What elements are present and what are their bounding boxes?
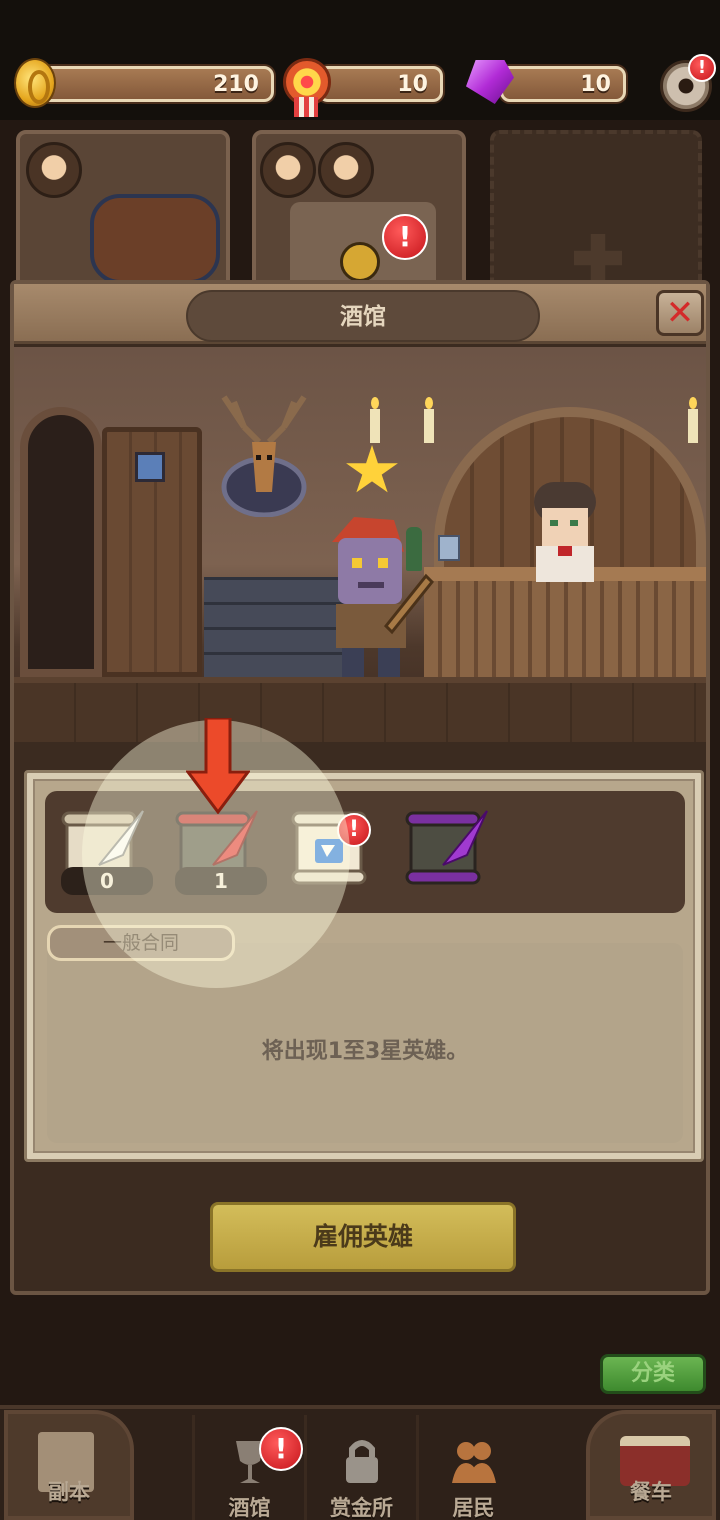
barrel-icon bbox=[90, 194, 220, 284]
contract-type-tab[interactable]: 一般合同 bbox=[47, 925, 235, 961]
avatar bbox=[26, 142, 82, 198]
bottle-icon bbox=[406, 527, 422, 571]
coin-bar[interactable]: 210 bbox=[40, 66, 274, 102]
bartender-npc bbox=[534, 482, 596, 582]
classify-button[interactable]: 分类 bbox=[600, 1354, 706, 1394]
card-alert-icon: ! bbox=[382, 214, 428, 260]
description-area: 将出现1至3星英雄。 bbox=[47, 943, 683, 1143]
arch-doorway bbox=[20, 407, 102, 677]
bar-counter bbox=[424, 567, 706, 677]
nav-bounty[interactable]: 赏金所 bbox=[304, 1415, 416, 1520]
avatar bbox=[260, 142, 316, 198]
nav-dining-car[interactable]: 餐车 bbox=[586, 1410, 716, 1520]
candle-icon bbox=[424, 397, 434, 443]
nav-residents[interactable]: 居民 bbox=[416, 1415, 528, 1520]
tavern-dialog: 酒馆 ✕ 将出现1至3星英雄。 0 1 ! 一般合同 雇佣英雄 bbox=[10, 280, 710, 1295]
building-card-2[interactable]: ! bbox=[252, 130, 466, 292]
nav-dining-car-label: 餐车 bbox=[630, 1480, 672, 1504]
empty-building-slot[interactable] bbox=[490, 130, 702, 290]
nav-bounty-label: 赏金所 bbox=[330, 1496, 393, 1520]
medal-count: 10 bbox=[397, 72, 428, 97]
coin-count: 210 bbox=[213, 72, 259, 97]
coin-icon bbox=[340, 242, 380, 282]
contract-scroll-row: 0 1 ! bbox=[45, 791, 685, 913]
avatar bbox=[318, 142, 374, 198]
hire-hero-button[interactable]: 雇佣英雄 bbox=[210, 1202, 516, 1272]
settings-alert-icon: ! bbox=[688, 54, 716, 82]
hero-name: 保田 bbox=[314, 739, 414, 742]
contract-description: 将出现1至3星英雄。 bbox=[261, 1039, 469, 1064]
nav-tavern-label: 酒馆 bbox=[228, 1496, 271, 1520]
close-icon: ✕ bbox=[665, 293, 695, 333]
close-button[interactable]: ✕ bbox=[656, 290, 704, 336]
red-scroll-count: 1 bbox=[175, 867, 267, 895]
deer-trophy-icon bbox=[221, 395, 307, 517]
dialog-title: 酒馆 bbox=[186, 290, 540, 342]
mug-icon bbox=[438, 535, 460, 561]
medal-bar[interactable]: 10 bbox=[318, 66, 443, 102]
wooden-door bbox=[102, 427, 202, 677]
nav-tavern[interactable]: ! 酒馆 bbox=[192, 1415, 304, 1520]
contract-panel-inner: 将出现1至3星英雄。 0 1 ! 一般合同 bbox=[33, 779, 695, 1153]
nav-dungeon-label: 副本 bbox=[48, 1480, 90, 1504]
plus-icon bbox=[574, 234, 622, 282]
arrow-down-icon bbox=[186, 718, 250, 814]
dialog-header: 酒馆 ✕ bbox=[14, 284, 706, 344]
gem-bar[interactable]: 10 bbox=[500, 66, 626, 102]
white-scroll-count: 0 bbox=[61, 867, 153, 895]
residents-icon bbox=[451, 1442, 496, 1483]
coin-icon bbox=[14, 58, 56, 108]
nav-dungeon[interactable]: 副本 bbox=[4, 1410, 134, 1520]
tavern-alert-icon: ! bbox=[259, 1427, 303, 1471]
nav-residents-label: 居民 bbox=[452, 1496, 495, 1520]
medal-icon bbox=[283, 58, 331, 117]
gem-count: 10 bbox=[580, 72, 611, 97]
lock-icon bbox=[345, 1440, 378, 1483]
contract-panel: 将出现1至3星英雄。 0 1 ! 一般合同 bbox=[24, 770, 704, 1162]
scroll-alert-icon: ! bbox=[337, 813, 371, 847]
candle-icon bbox=[370, 397, 380, 443]
purple-scroll-icon[interactable] bbox=[403, 805, 491, 891]
star-icon bbox=[346, 445, 398, 493]
candle-icon bbox=[688, 397, 698, 443]
building-card-1[interactable] bbox=[16, 130, 230, 290]
tavern-floor bbox=[14, 677, 706, 742]
resource-topbar: 210 10 10 ! bbox=[0, 0, 720, 120]
tavern-scene: 保田 bbox=[14, 347, 706, 742]
